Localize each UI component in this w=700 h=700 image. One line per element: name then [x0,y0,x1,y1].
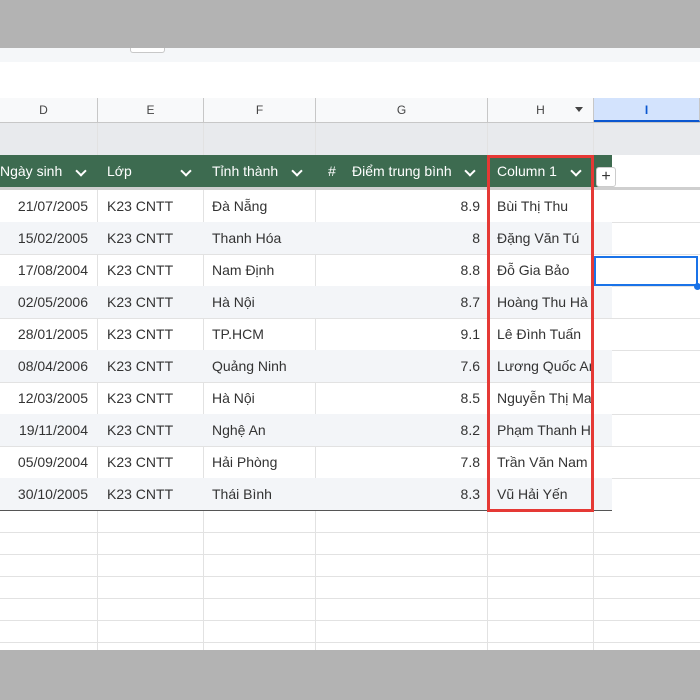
cell-province[interactable]: Quảng Ninh [212,350,312,382]
cell-birth[interactable]: 30/10/2005 [0,478,88,510]
cell-class[interactable]: K23 CNTT [107,222,197,254]
column-header-e[interactable]: E [98,98,204,122]
cell-score[interactable]: 8.2 [330,414,480,446]
fill-handle[interactable] [694,283,700,290]
cell-score[interactable]: 9.1 [330,318,480,350]
column-header-h[interactable]: H [488,98,594,122]
cell-province[interactable]: Nam Định [212,254,312,286]
column-letter: E [146,103,155,117]
cell-score[interactable]: 8.8 [330,254,480,286]
column-1-highlight [487,155,594,512]
add-column-button[interactable]: + [596,167,616,187]
selected-cell[interactable] [594,256,698,286]
column-letter: G [396,103,407,117]
cell-birth[interactable]: 19/11/2004 [0,414,88,446]
cell-class[interactable]: K23 CNTT [107,446,197,478]
chevron-down-icon[interactable] [464,165,476,177]
cell-score[interactable]: 8.5 [330,382,480,414]
cell-class[interactable]: K23 CNTT [107,478,197,510]
cell-score[interactable]: 7.8 [330,446,480,478]
cell-birth[interactable]: 12/03/2005 [0,382,88,414]
cell-score[interactable]: 8.9 [330,190,480,222]
cell-province[interactable]: Hà Nội [212,382,312,414]
cell-province[interactable]: Hải Phòng [212,446,312,478]
cell-province[interactable]: Đà Nẵng [212,190,312,222]
cell-birth[interactable]: 08/04/2006 [0,350,88,382]
column-letter: I [644,103,649,117]
column-headers: D E F G H I [0,98,700,123]
cell-class[interactable]: K23 CNTT [107,350,197,382]
cell-class[interactable]: K23 CNTT [107,286,197,318]
cell-class[interactable]: K23 CNTT [107,414,197,446]
cell-province[interactable]: Nghệ An [212,414,312,446]
column-letter: D [39,103,48,117]
column-letter: F [255,103,264,117]
cell-province[interactable]: Thái Bình [212,478,312,510]
header-province[interactable]: Tỉnh thành [212,155,278,187]
column-header-f[interactable]: F [204,98,316,122]
cell-birth[interactable]: 21/07/2005 [0,190,88,222]
chevron-down-icon[interactable] [75,165,87,177]
column-header-g[interactable]: G [316,98,488,122]
header-class[interactable]: Lớp [107,155,132,187]
empty-row-band [0,123,700,155]
cell-province[interactable]: TP.HCM [212,318,312,350]
cell-score[interactable]: 8 [330,222,480,254]
cell-score[interactable]: 7.6 [330,350,480,382]
number-type-icon: # [328,163,336,179]
spreadsheet-viewport: D E F G H I Ngày sinh Lớp Tỉnh thành # Đ… [0,48,700,650]
column-letter: H [536,103,545,117]
cell-birth[interactable]: 28/01/2005 [0,318,88,350]
cell-score[interactable]: 8.7 [330,286,480,318]
chevron-down-icon[interactable] [291,165,303,177]
cell-class[interactable]: K23 CNTT [107,190,197,222]
column-header-d[interactable]: D [0,98,98,122]
cell-class[interactable]: K23 CNTT [107,254,197,286]
cell-province[interactable]: Hà Nội [212,286,312,318]
cell-birth[interactable]: 17/08/2004 [0,254,88,286]
cell-birth[interactable]: 02/05/2006 [0,286,88,318]
cell-birth[interactable]: 15/02/2005 [0,222,88,254]
column-dropdown-icon[interactable] [575,107,583,112]
chevron-down-icon[interactable] [180,165,192,177]
cell-score[interactable]: 8.3 [330,478,480,510]
cell-class[interactable]: K23 CNTT [107,382,197,414]
header-birth[interactable]: Ngày sinh [0,155,62,187]
cell-province[interactable]: Thanh Hóa [212,222,312,254]
cell-class[interactable]: K23 CNTT [107,318,197,350]
formula-bar[interactable] [0,62,700,99]
header-score[interactable]: Điểm trung bình [352,155,452,187]
column-header-i[interactable]: I [594,98,700,122]
toolbar-button[interactable] [130,48,165,53]
toolbar-strip [0,48,700,62]
cell-birth[interactable]: 05/09/2004 [0,446,88,478]
